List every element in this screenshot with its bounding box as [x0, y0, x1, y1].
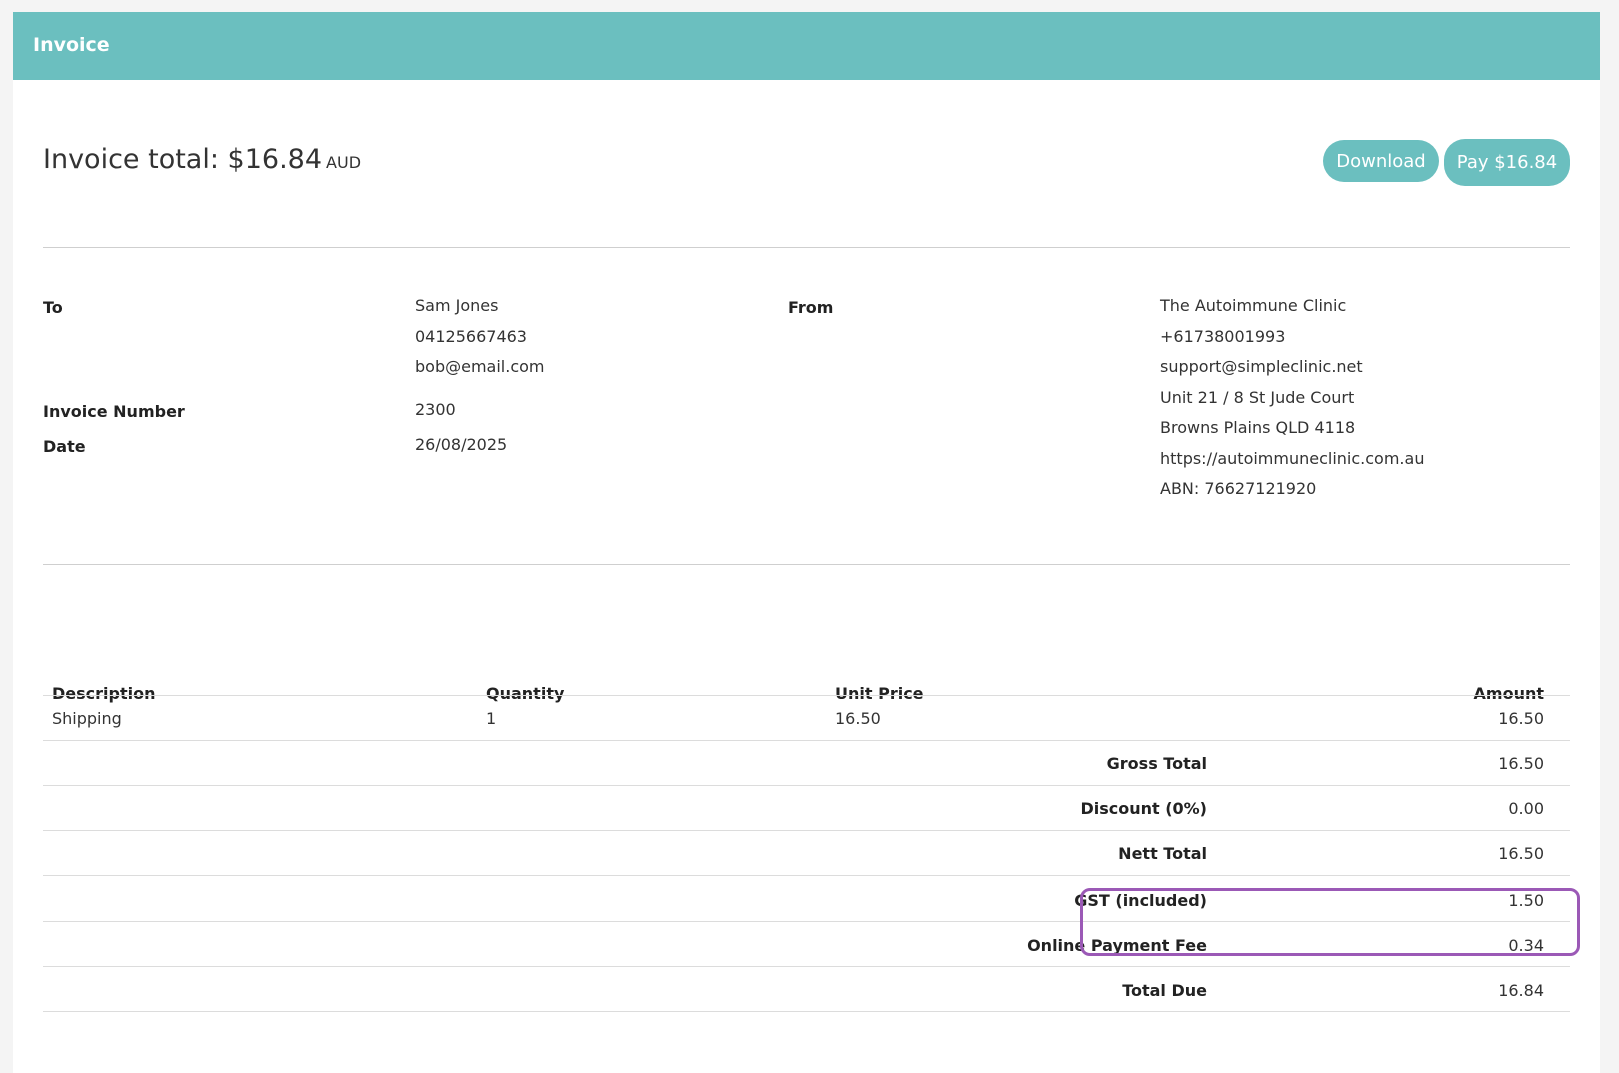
to-email: bob@email.com [415, 357, 545, 376]
header-bar: Invoice [13, 12, 1600, 80]
total-due-label: Total Due [1122, 981, 1207, 1000]
col-header-description: Description [52, 684, 156, 703]
discount-label: Discount (0%) [1080, 799, 1207, 818]
item-unit-price: 16.50 [835, 709, 881, 728]
divider [43, 564, 1570, 565]
total-due-value: 16.84 [1498, 981, 1544, 1000]
gst-highlight-box [1080, 888, 1580, 956]
to-name: Sam Jones [415, 296, 499, 315]
col-header-amount: Amount [1473, 684, 1544, 703]
from-name: The Autoimmune Clinic [1160, 296, 1347, 315]
from-abn: ABN: 76627121920 [1160, 479, 1317, 498]
nett-total-value: 16.50 [1498, 844, 1544, 863]
row-divider [43, 966, 1570, 967]
col-header-unit-price: Unit Price [835, 684, 924, 703]
from-email: support@simpleclinic.net [1160, 357, 1363, 376]
invoice-number-value: 2300 [415, 400, 456, 419]
divider [43, 247, 1570, 248]
row-divider [43, 830, 1570, 831]
gross-total-value: 16.50 [1498, 754, 1544, 773]
date-value: 26/08/2025 [415, 435, 508, 454]
from-address-line1: Unit 21 / 8 St Jude Court [1160, 388, 1355, 407]
discount-value: 0.00 [1508, 799, 1544, 818]
nett-total-label: Nett Total [1118, 844, 1207, 863]
invoice-total-amount: $16.84 [227, 144, 323, 175]
invoice-number-label: Invoice Number [43, 402, 185, 421]
row-divider [43, 1011, 1570, 1012]
gross-total-label: Gross Total [1106, 754, 1207, 773]
item-amount: 16.50 [1498, 709, 1544, 728]
date-label: Date [43, 437, 86, 456]
from-label: From [788, 298, 834, 317]
row-divider [43, 785, 1570, 786]
item-quantity: 1 [486, 709, 497, 728]
download-button[interactable]: Download [1323, 140, 1439, 182]
invoice-card: Invoice Invoice total: $16.84 AUD Downloa… [13, 12, 1600, 1073]
from-website: https://autoimmuneclinic.com.au [1160, 449, 1425, 468]
col-header-quantity: Quantity [486, 684, 565, 703]
row-divider [43, 695, 1570, 696]
to-label: To [43, 298, 63, 317]
pay-button[interactable]: Pay $16.84 [1444, 139, 1570, 186]
invoice-total-label: Invoice total: [43, 144, 219, 175]
row-divider [43, 875, 1570, 876]
item-description: Shipping [52, 709, 122, 728]
invoice-total-currency: AUD [326, 153, 362, 172]
from-address-line2: Browns Plains QLD 4118 [1160, 418, 1356, 437]
invoice-total: Invoice total: $16.84 AUD [43, 144, 361, 175]
to-phone: 04125667463 [415, 327, 527, 346]
from-phone: +61738001993 [1160, 327, 1286, 346]
header-title: Invoice [33, 34, 110, 56]
row-divider [43, 740, 1570, 741]
